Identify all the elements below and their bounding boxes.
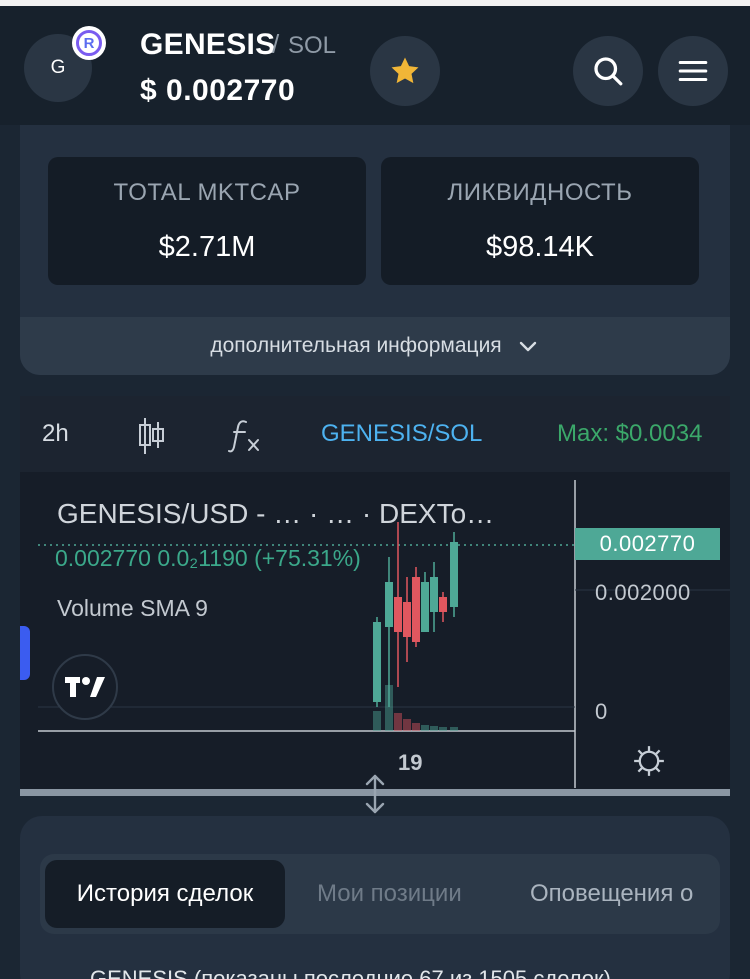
favorite-button[interactable] bbox=[370, 36, 440, 106]
tab-my-positions[interactable]: Мои позиции bbox=[317, 860, 462, 928]
side-drawer-handle[interactable] bbox=[20, 626, 30, 680]
stats-card: TOTAL MKTCAP $2.71M ЛИКВИДНОСТЬ $98.14K … bbox=[20, 125, 730, 375]
candle-body bbox=[430, 577, 438, 612]
volume-bar bbox=[394, 713, 402, 731]
volume-bar bbox=[450, 727, 458, 731]
raydium-badge-icon: R bbox=[72, 26, 106, 60]
search-icon bbox=[594, 57, 623, 86]
badge-letter: R bbox=[83, 34, 95, 52]
time-axis-label: 19 bbox=[398, 750, 423, 775]
trades-caption: GENESIS (показаны последние 67 из 1505 с… bbox=[90, 966, 611, 979]
chart-legend-values: 0.002770 0.0₂1190 (+75.31%) bbox=[55, 545, 361, 571]
candle-body bbox=[450, 542, 458, 607]
tab-trade-history[interactable]: История сделок bbox=[45, 860, 285, 928]
more-info-toggle[interactable]: дополнительная информация bbox=[20, 317, 730, 375]
liquidity-box: ЛИКВИДНОСТЬ $98.14K bbox=[381, 157, 699, 285]
volume-bar bbox=[385, 685, 393, 731]
token-price: $ 0.002770 bbox=[140, 74, 296, 107]
star-icon bbox=[391, 57, 419, 84]
trades-card: История сделок Мои позиции Оповещения о … bbox=[20, 816, 730, 979]
candle-body bbox=[421, 582, 429, 632]
candle-body bbox=[394, 597, 402, 632]
token-name: GENESIS bbox=[140, 28, 276, 61]
chart-legend-title: GENESIS/USD - … · … · DEXTo… bbox=[57, 498, 495, 529]
search-button[interactable] bbox=[573, 36, 643, 106]
trades-tabs: История сделок Мои позиции Оповещения о bbox=[40, 854, 720, 934]
volume-bar bbox=[430, 726, 438, 731]
price-axis-label-mid: 0.002000 bbox=[595, 580, 691, 605]
token-pair: SOL bbox=[288, 32, 337, 59]
settings-gear-icon bbox=[634, 746, 664, 776]
candle-body bbox=[439, 597, 447, 612]
candles-icon bbox=[139, 418, 164, 454]
mktcap-value: $2.71M bbox=[158, 231, 256, 263]
price-axis-label-zero: 0 bbox=[595, 699, 608, 724]
menu-icon bbox=[678, 60, 708, 82]
more-info-label: дополнительная информация bbox=[210, 334, 502, 357]
volume-bar bbox=[439, 727, 447, 731]
indicators-button[interactable] bbox=[228, 418, 262, 459]
chart-max-label: Max: $0.0034 bbox=[557, 420, 703, 447]
candle-body bbox=[385, 582, 393, 627]
volume-bar bbox=[421, 725, 429, 731]
chart-pair-label[interactable]: GENESIS/SOL bbox=[321, 420, 482, 448]
liquidity-value: $98.14K bbox=[485, 231, 595, 263]
pair-separator: / bbox=[272, 29, 280, 59]
volume-bar bbox=[373, 711, 381, 731]
candle-body bbox=[373, 622, 381, 702]
avatar-letter: G bbox=[50, 57, 66, 78]
chart-toolbar: 2h GENESIS/SOL Max: $0.0034 bbox=[20, 396, 730, 472]
candle-body bbox=[403, 602, 411, 637]
mktcap-label: TOTAL MKTCAP bbox=[113, 179, 301, 206]
price-chart[interactable]: 2h GENESIS/SOL Max: $0.0034 GENESIS/USD … bbox=[20, 396, 730, 796]
function-icon bbox=[228, 420, 259, 453]
candle-body bbox=[412, 577, 420, 642]
volume-indicator-label: Volume SMA 9 bbox=[57, 595, 208, 621]
mktcap-box: TOTAL MKTCAP $2.71M bbox=[48, 157, 366, 285]
token-header: G R GENESIS / SOL $ 0.002770 bbox=[0, 6, 750, 125]
current-price-tag: 0.002770 bbox=[575, 528, 720, 560]
menu-button[interactable] bbox=[658, 36, 728, 106]
volume-bar bbox=[403, 719, 411, 731]
volume-bar bbox=[412, 723, 420, 731]
tab-alerts[interactable]: Оповещения о bbox=[530, 860, 693, 928]
tradingview-logo-icon[interactable] bbox=[52, 654, 118, 720]
liquidity-label: ЛИКВИДНОСТЬ bbox=[447, 179, 633, 206]
chevron-down-icon bbox=[519, 341, 536, 352]
chart-settings-button[interactable] bbox=[632, 744, 666, 783]
resize-arrows-icon bbox=[365, 774, 385, 814]
resize-handle[interactable] bbox=[360, 772, 390, 821]
interval-selector[interactable]: 2h bbox=[42, 420, 69, 448]
chart-type-button[interactable] bbox=[136, 416, 166, 461]
